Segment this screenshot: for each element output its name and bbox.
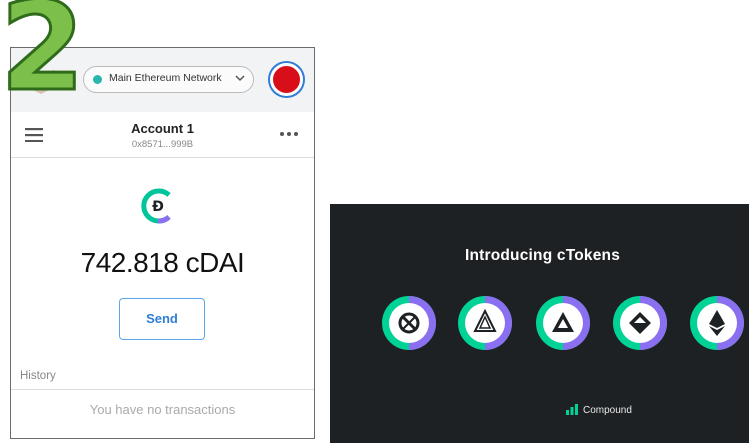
ctokens-title: Introducing cTokens (464, 247, 621, 264)
ctoken-dai-diamond-icon (613, 296, 667, 350)
more-options-icon[interactable] (279, 131, 299, 137)
compound-label: Compound (583, 405, 632, 416)
account-name[interactable]: Account 1 (11, 121, 314, 136)
chevron-down-icon (235, 75, 245, 82)
ctokens-panel: Introducing cTokens Compound (330, 204, 749, 443)
ctoken-eth-icon (690, 296, 744, 350)
ctoken-zrx-icon (382, 296, 436, 350)
history-label: History (20, 370, 56, 382)
account-avatar[interactable] (270, 63, 303, 96)
compound-logo-icon (566, 404, 578, 415)
ctoken-bat-icon (536, 296, 590, 350)
send-button[interactable]: Send (119, 298, 205, 340)
empty-history-message: You have no transactions (89, 402, 236, 417)
cdai-token-icon: Đ (141, 188, 171, 224)
network-selector[interactable]: Main Ethereum Network (83, 66, 254, 93)
ctoken-rep-icon (458, 296, 512, 350)
step-number: 2 (0, 0, 86, 118)
history-divider (11, 389, 314, 390)
account-address[interactable]: 0x8571...999B (11, 139, 314, 150)
svg-text:Đ: Đ (152, 199, 164, 215)
account-bar: Account 1 0x8571...999B (11, 112, 314, 158)
network-status-dot (93, 75, 102, 84)
network-label: Main Ethereum Network (109, 72, 222, 84)
token-balance: 742.818 cDAI (80, 247, 245, 278)
